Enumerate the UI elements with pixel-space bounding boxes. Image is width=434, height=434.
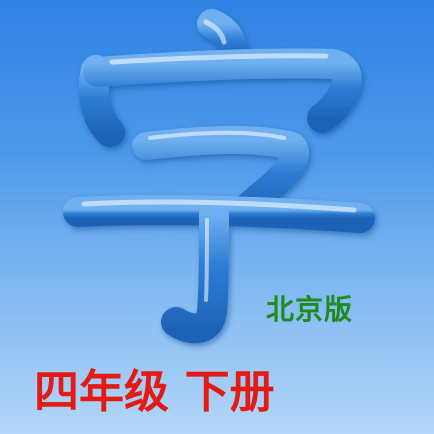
app-icon[interactable]: 北京版 四年级 下册 xyxy=(0,0,434,434)
edition-label: 北京版 xyxy=(266,293,354,326)
grade-volume-label: 四年级 下册 xyxy=(34,365,275,418)
character-zi-glyph xyxy=(63,9,375,344)
